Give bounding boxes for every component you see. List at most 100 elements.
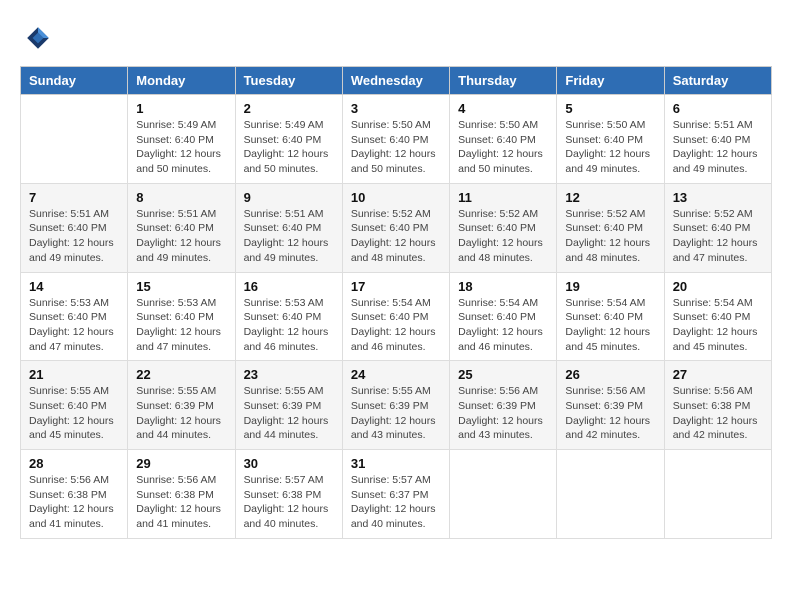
day-detail: Sunrise: 5:55 AM Sunset: 6:40 PM Dayligh… (29, 384, 119, 443)
day-number: 3 (351, 101, 441, 116)
day-number: 17 (351, 279, 441, 294)
day-number: 8 (136, 190, 226, 205)
day-number: 14 (29, 279, 119, 294)
day-detail: Sunrise: 5:53 AM Sunset: 6:40 PM Dayligh… (29, 296, 119, 355)
day-number: 30 (244, 456, 334, 471)
calendar-cell: 29 Sunrise: 5:56 AM Sunset: 6:38 PM Dayli… (128, 450, 235, 539)
day-number: 20 (673, 279, 763, 294)
calendar-week-row: 1 Sunrise: 5:49 AM Sunset: 6:40 PM Daylig… (21, 95, 772, 184)
calendar-cell: 10 Sunrise: 5:52 AM Sunset: 6:40 PM Dayli… (342, 183, 449, 272)
day-number: 4 (458, 101, 548, 116)
calendar-cell: 3 Sunrise: 5:50 AM Sunset: 6:40 PM Daylig… (342, 95, 449, 184)
day-detail: Sunrise: 5:56 AM Sunset: 6:38 PM Dayligh… (29, 473, 119, 532)
weekday-header: Thursday (450, 67, 557, 95)
day-number: 27 (673, 367, 763, 382)
weekday-header: Tuesday (235, 67, 342, 95)
day-detail: Sunrise: 5:52 AM Sunset: 6:40 PM Dayligh… (351, 207, 441, 266)
calendar-cell: 19 Sunrise: 5:54 AM Sunset: 6:40 PM Dayli… (557, 272, 664, 361)
day-number: 15 (136, 279, 226, 294)
day-detail: Sunrise: 5:54 AM Sunset: 6:40 PM Dayligh… (458, 296, 548, 355)
calendar-cell: 16 Sunrise: 5:53 AM Sunset: 6:40 PM Dayli… (235, 272, 342, 361)
day-number: 6 (673, 101, 763, 116)
day-number: 22 (136, 367, 226, 382)
calendar-cell: 22 Sunrise: 5:55 AM Sunset: 6:39 PM Dayli… (128, 361, 235, 450)
day-detail: Sunrise: 5:52 AM Sunset: 6:40 PM Dayligh… (673, 207, 763, 266)
day-number: 28 (29, 456, 119, 471)
calendar-cell: 15 Sunrise: 5:53 AM Sunset: 6:40 PM Dayli… (128, 272, 235, 361)
calendar-cell: 31 Sunrise: 5:57 AM Sunset: 6:37 PM Dayli… (342, 450, 449, 539)
calendar-week-row: 14 Sunrise: 5:53 AM Sunset: 6:40 PM Dayli… (21, 272, 772, 361)
calendar-header-row: SundayMondayTuesdayWednesdayThursdayFrid… (21, 67, 772, 95)
calendar-cell (557, 450, 664, 539)
day-number: 18 (458, 279, 548, 294)
calendar-cell: 9Sunrise: 5:51 AM Sunset: 6:40 PM Daylig… (235, 183, 342, 272)
calendar-cell: 12 Sunrise: 5:52 AM Sunset: 6:40 PM Dayli… (557, 183, 664, 272)
day-number: 13 (673, 190, 763, 205)
day-number: 31 (351, 456, 441, 471)
day-number: 10 (351, 190, 441, 205)
calendar-cell: 1 Sunrise: 5:49 AM Sunset: 6:40 PM Daylig… (128, 95, 235, 184)
calendar-cell: 13 Sunrise: 5:52 AM Sunset: 6:40 PM Dayli… (664, 183, 771, 272)
weekday-header: Monday (128, 67, 235, 95)
calendar: SundayMondayTuesdayWednesdayThursdayFrid… (20, 66, 772, 539)
day-detail: Sunrise: 5:55 AM Sunset: 6:39 PM Dayligh… (136, 384, 226, 443)
calendar-cell: 26 Sunrise: 5:56 AM Sunset: 6:39 PM Dayli… (557, 361, 664, 450)
day-number: 29 (136, 456, 226, 471)
day-number: 16 (244, 279, 334, 294)
day-number: 25 (458, 367, 548, 382)
calendar-cell (450, 450, 557, 539)
day-detail: Sunrise: 5:57 AM Sunset: 6:37 PM Dayligh… (351, 473, 441, 532)
calendar-cell (664, 450, 771, 539)
logo (20, 20, 62, 56)
day-detail: Sunrise: 5:54 AM Sunset: 6:40 PM Dayligh… (351, 296, 441, 355)
day-number: 7 (29, 190, 119, 205)
calendar-cell: 23 Sunrise: 5:55 AM Sunset: 6:39 PM Dayli… (235, 361, 342, 450)
day-detail: Sunrise: 5:56 AM Sunset: 6:38 PM Dayligh… (673, 384, 763, 443)
calendar-cell: 25Sunrise: 5:56 AM Sunset: 6:39 PM Dayli… (450, 361, 557, 450)
calendar-cell: 8Sunrise: 5:51 AM Sunset: 6:40 PM Daylig… (128, 183, 235, 272)
calendar-cell (21, 95, 128, 184)
calendar-cell: 11Sunrise: 5:52 AM Sunset: 6:40 PM Dayli… (450, 183, 557, 272)
day-number: 2 (244, 101, 334, 116)
day-detail: Sunrise: 5:54 AM Sunset: 6:40 PM Dayligh… (565, 296, 655, 355)
day-detail: Sunrise: 5:52 AM Sunset: 6:40 PM Dayligh… (458, 207, 548, 266)
calendar-cell: 6Sunrise: 5:51 AM Sunset: 6:40 PM Daylig… (664, 95, 771, 184)
day-number: 12 (565, 190, 655, 205)
day-detail: Sunrise: 5:53 AM Sunset: 6:40 PM Dayligh… (136, 296, 226, 355)
day-detail: Sunrise: 5:54 AM Sunset: 6:40 PM Dayligh… (673, 296, 763, 355)
day-detail: Sunrise: 5:56 AM Sunset: 6:38 PM Dayligh… (136, 473, 226, 532)
day-number: 26 (565, 367, 655, 382)
calendar-cell: 28 Sunrise: 5:56 AM Sunset: 6:38 PM Dayli… (21, 450, 128, 539)
day-detail: Sunrise: 5:49 AM Sunset: 6:40 PM Dayligh… (136, 118, 226, 177)
calendar-cell: 24 Sunrise: 5:55 AM Sunset: 6:39 PM Dayli… (342, 361, 449, 450)
day-number: 1 (136, 101, 226, 116)
day-detail: Sunrise: 5:51 AM Sunset: 6:40 PM Dayligh… (244, 207, 334, 266)
logo-icon (20, 20, 56, 56)
day-detail: Sunrise: 5:53 AM Sunset: 6:40 PM Dayligh… (244, 296, 334, 355)
day-number: 23 (244, 367, 334, 382)
day-detail: Sunrise: 5:52 AM Sunset: 6:40 PM Dayligh… (565, 207, 655, 266)
calendar-cell: 21 Sunrise: 5:55 AM Sunset: 6:40 PM Dayli… (21, 361, 128, 450)
day-number: 21 (29, 367, 119, 382)
day-detail: Sunrise: 5:56 AM Sunset: 6:39 PM Dayligh… (565, 384, 655, 443)
calendar-week-row: 7 Sunrise: 5:51 AM Sunset: 6:40 PM Daylig… (21, 183, 772, 272)
calendar-cell: 14 Sunrise: 5:53 AM Sunset: 6:40 PM Dayli… (21, 272, 128, 361)
weekday-header: Friday (557, 67, 664, 95)
day-detail: Sunrise: 5:57 AM Sunset: 6:38 PM Dayligh… (244, 473, 334, 532)
day-number: 19 (565, 279, 655, 294)
calendar-cell: 27 Sunrise: 5:56 AM Sunset: 6:38 PM Dayli… (664, 361, 771, 450)
day-detail: Sunrise: 5:50 AM Sunset: 6:40 PM Dayligh… (458, 118, 548, 177)
day-number: 24 (351, 367, 441, 382)
day-detail: Sunrise: 5:55 AM Sunset: 6:39 PM Dayligh… (244, 384, 334, 443)
calendar-cell: 7Sunrise: 5:51 AM Sunset: 6:40 PM Daylig… (21, 183, 128, 272)
calendar-cell: 17 Sunrise: 5:54 AM Sunset: 6:40 PM Dayli… (342, 272, 449, 361)
calendar-cell: 5Sunrise: 5:50 AM Sunset: 6:40 PM Daylig… (557, 95, 664, 184)
calendar-cell: 2 Sunrise: 5:49 AM Sunset: 6:40 PM Daylig… (235, 95, 342, 184)
day-number: 5 (565, 101, 655, 116)
day-detail: Sunrise: 5:50 AM Sunset: 6:40 PM Dayligh… (351, 118, 441, 177)
weekday-header: Saturday (664, 67, 771, 95)
calendar-week-row: 21 Sunrise: 5:55 AM Sunset: 6:40 PM Dayli… (21, 361, 772, 450)
day-detail: Sunrise: 5:55 AM Sunset: 6:39 PM Dayligh… (351, 384, 441, 443)
day-detail: Sunrise: 5:49 AM Sunset: 6:40 PM Dayligh… (244, 118, 334, 177)
calendar-cell: 4 Sunrise: 5:50 AM Sunset: 6:40 PM Daylig… (450, 95, 557, 184)
